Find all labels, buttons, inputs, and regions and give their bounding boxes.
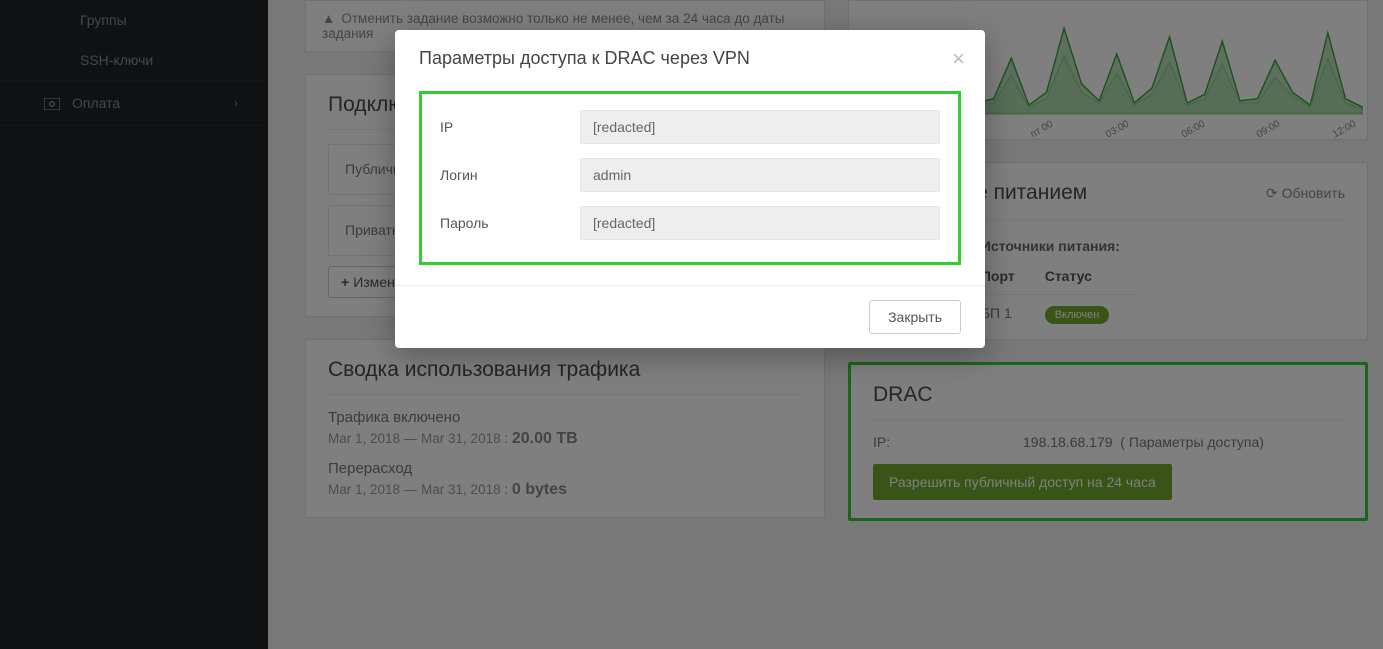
modal-close-button[interactable]: Закрыть xyxy=(869,300,961,334)
modal-login-value: admin xyxy=(580,158,940,192)
drac-access-modal: Параметры доступа к DRAC через VPN × IP … xyxy=(395,30,985,348)
modal-ip-value: [redacted] xyxy=(580,110,940,144)
modal-password-value: [redacted] xyxy=(580,206,940,240)
modal-title: Параметры доступа к DRAC через VPN xyxy=(419,48,961,69)
modal-login-label: Логин xyxy=(440,167,580,183)
modal-password-label: Пароль xyxy=(440,215,580,231)
modal-highlight-box: IP [redacted] Логин admin Пароль [redact… xyxy=(419,91,961,265)
close-icon[interactable]: × xyxy=(952,46,965,72)
modal-ip-label: IP xyxy=(440,119,580,135)
